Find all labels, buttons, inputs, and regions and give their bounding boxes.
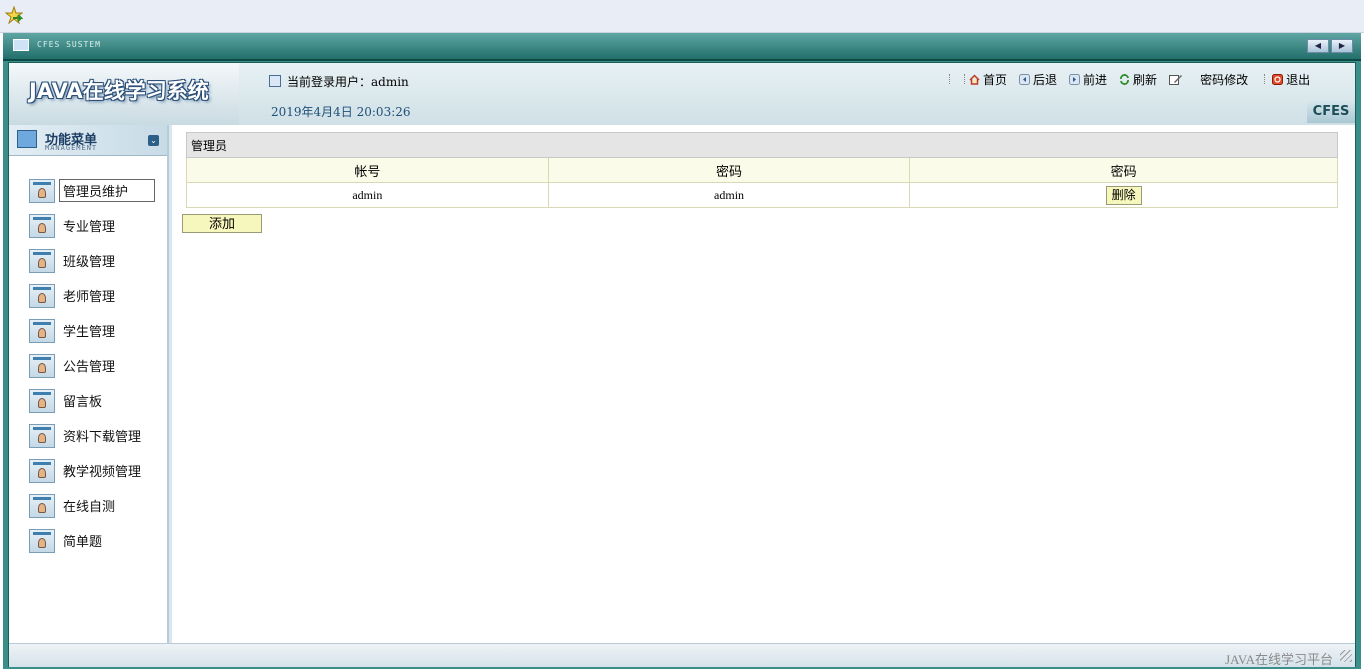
app-body: JAVA在线学习系统 当前登录用户：admin 2019年4月4日 20:03:… [8, 62, 1356, 667]
app-window: CFES SUSTEM ◀ ▶ JAVA在线学习系统 当前登录用户：admin … [3, 33, 1361, 669]
sidebar-item-online-test[interactable]: 在线自测 [29, 488, 155, 523]
document-icon [269, 75, 281, 87]
user-card-icon [29, 493, 55, 518]
favorites-star-icon[interactable] [5, 6, 23, 24]
toolbar-separator [1264, 74, 1266, 84]
sidebar-item-label: 学生管理 [63, 324, 116, 339]
home-icon [969, 73, 980, 85]
logout-label: 退出 [1286, 72, 1311, 87]
sidebar-item-admin-maintenance[interactable]: 管理员维护 [29, 173, 156, 208]
change-password-label: 密码修改 [1200, 72, 1249, 87]
window-title-bar: CFES SUSTEM ◀ ▶ [3, 33, 1361, 61]
refresh-icon [1120, 73, 1129, 85]
sidebar-item-label: 管理员维护 [59, 179, 156, 202]
sidebar-item-label: 班级管理 [63, 254, 116, 269]
user-card-icon [29, 353, 55, 378]
app-header: JAVA在线学习系统 当前登录用户：admin 2019年4月4日 20:03:… [9, 63, 1355, 125]
sidebar-item-label: 简单题 [63, 534, 103, 549]
sidebar-item-label: 留言板 [63, 394, 103, 409]
window-nav-buttons: ◀ ▶ [1307, 39, 1353, 53]
current-user: 当前登录用户：admin [269, 71, 409, 91]
refresh-label: 刷新 [1133, 72, 1158, 87]
home-label: 首页 [983, 72, 1008, 87]
back-link[interactable]: 后退 [1019, 71, 1057, 88]
forward-link[interactable]: 前进 [1069, 71, 1107, 88]
sidebar-item-class-management[interactable]: 班级管理 [29, 243, 155, 278]
refresh-link[interactable]: 刷新 [1119, 71, 1157, 88]
sidebar-subtitle: MANAGEMENT [45, 144, 98, 152]
user-card-icon [29, 423, 55, 448]
current-user-label: 当前登录用户：admin [287, 74, 409, 89]
sidebar-item-teacher-management[interactable]: 老师管理 [29, 278, 155, 313]
home-link[interactable]: 首页 [969, 71, 1007, 88]
sidebar-item-video-management[interactable]: 教学视频管理 [29, 453, 155, 488]
main-content: 管理员 帐号 密码 密码 admin admin 删除 添加 [172, 125, 1355, 643]
column-header-password: 密码 [547, 157, 911, 183]
table-header-row: 帐号 密码 密码 [186, 157, 1338, 183]
user-card-icon [29, 458, 55, 483]
user-card-icon [29, 248, 55, 273]
sidebar-item-major-management[interactable]: 专业管理 [29, 208, 155, 243]
app-logo: JAVA在线学习系统 [9, 63, 239, 125]
window-next-button[interactable]: ▶ [1331, 39, 1353, 53]
logout-link[interactable]: 退出 [1272, 71, 1310, 88]
sidebar-item-short-questions[interactable]: 简单题 [29, 523, 155, 558]
table-row: admin admin 删除 [186, 182, 1338, 208]
sidebar-item-label: 专业管理 [63, 219, 116, 234]
brand-badge: CFES [1307, 101, 1355, 123]
system-label: CFES SUSTEM [37, 40, 101, 49]
sidebar-header: 功能菜单 MANAGEMENT ⌄ [9, 125, 167, 156]
sidebar-item-label: 教学视频管理 [63, 464, 142, 479]
cell-password: admin [547, 182, 911, 208]
change-password-link[interactable]: 密码修改 [1169, 71, 1248, 88]
user-card-icon [29, 528, 55, 553]
sidebar-item-label: 老师管理 [63, 289, 116, 304]
top-toolbar: 首页 后退 前进 刷新 密码修改 退出 [949, 69, 1322, 89]
sidebar-item-label: 公告管理 [63, 359, 116, 374]
column-header-action: 密码 [909, 157, 1338, 183]
logout-icon [1272, 73, 1284, 85]
resize-grip-icon[interactable] [1340, 650, 1352, 662]
user-card-icon [29, 283, 55, 308]
user-card-icon [29, 178, 55, 203]
current-datetime: 2019年4月4日 20:03:26 [271, 105, 411, 119]
sidebar-item-student-management[interactable]: 学生管理 [29, 313, 155, 348]
app-title: JAVA在线学习系统 [29, 79, 209, 103]
toolbar-grip [949, 74, 965, 84]
cell-account: admin [186, 182, 549, 208]
delete-button[interactable]: 删除 [1105, 185, 1142, 205]
window-prev-button[interactable]: ◀ [1307, 39, 1329, 53]
sidebar-item-message-board[interactable]: 留言板 [29, 383, 155, 418]
user-card-icon [29, 388, 55, 413]
sidebar-item-label: 资料下载管理 [63, 429, 142, 444]
add-button[interactable]: 添加 [182, 214, 262, 233]
menu-box-icon [17, 130, 37, 148]
column-header-account: 帐号 [186, 157, 549, 183]
collapse-chevron-icon[interactable]: ⌄ [148, 135, 159, 146]
forward-arrow-icon [1069, 73, 1081, 85]
edit-pencil-icon [1169, 74, 1183, 85]
monitor-icon [13, 39, 29, 51]
sidebar: 功能菜单 MANAGEMENT ⌄ 管理员维护 专业管理 班级管理 老师管理 学… [9, 125, 169, 643]
sidebar-item-notice-management[interactable]: 公告管理 [29, 348, 155, 383]
browser-top-bar [0, 0, 1364, 33]
sidebar-menu: 管理员维护 专业管理 班级管理 老师管理 学生管理 公告管理 留言板 资料下载管… [29, 173, 156, 558]
forward-label: 前进 [1083, 72, 1108, 87]
sidebar-item-label: 在线自测 [63, 499, 116, 514]
admin-table: 管理员 帐号 密码 密码 admin admin 删除 [186, 132, 1338, 208]
table-caption: 管理员 [186, 132, 1338, 158]
user-card-icon [29, 318, 55, 343]
sidebar-item-download-management[interactable]: 资料下载管理 [29, 418, 155, 453]
status-footer: JAVA在线学习平台 [9, 643, 1355, 667]
footer-text: JAVA在线学习平台 [1225, 652, 1333, 667]
user-card-icon [29, 213, 55, 238]
back-label: 后退 [1033, 72, 1058, 87]
back-arrow-icon [1019, 73, 1031, 85]
cell-action: 删除 [909, 182, 1338, 208]
